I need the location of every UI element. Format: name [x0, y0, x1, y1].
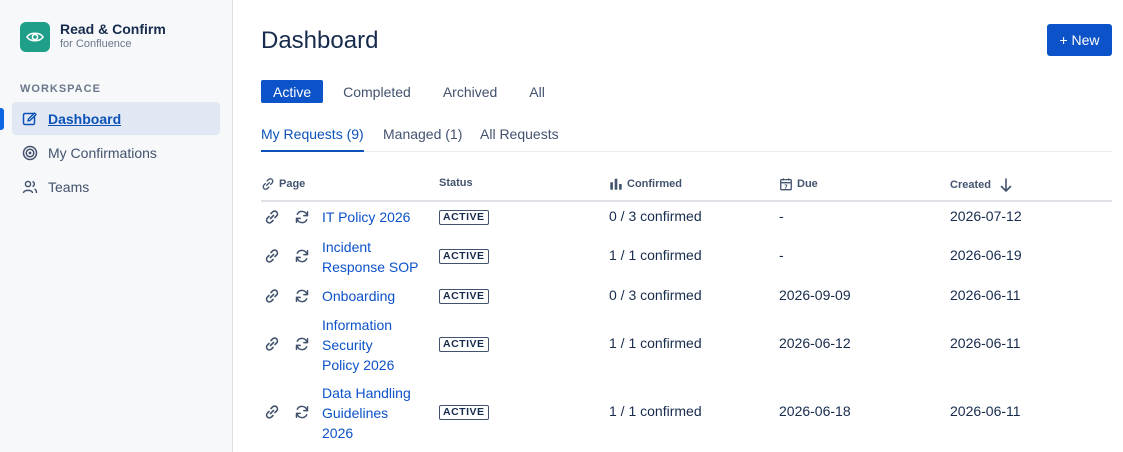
confirmed-count: 1 / 1 confirmed	[609, 247, 702, 263]
table-row: Information Security Policy 2026 ACTIVE …	[261, 315, 1112, 375]
sidebar-nav: Dashboard My Confirmations Teams	[12, 102, 220, 204]
status-badge: ACTIVE	[439, 337, 489, 352]
bar-chart-icon	[610, 178, 622, 190]
sidebar-item-label: Teams	[48, 178, 90, 195]
page-link[interactable]: Data Handling Guidelines 2026	[322, 383, 417, 443]
table-row: Incident Response SOP ACTIVE 1 / 1 confi…	[261, 237, 1112, 277]
column-header-page[interactable]: Page	[261, 177, 305, 191]
page-title: Dashboard	[261, 27, 379, 54]
column-header-due[interactable]: 7 Due	[779, 177, 818, 191]
tab-completed[interactable]: Completed	[331, 80, 423, 103]
eye-logo-icon	[20, 21, 50, 52]
sidebar-item-my-confirmations[interactable]: My Confirmations	[12, 136, 220, 169]
refresh-icon[interactable]	[293, 208, 311, 226]
active-nav-indicator	[0, 108, 4, 130]
svg-text:7: 7	[784, 184, 788, 190]
tab-all-requests[interactable]: All Requests	[480, 126, 559, 152]
page-link[interactable]: Incident Response SOP	[322, 237, 432, 277]
link-icon[interactable]	[263, 287, 281, 305]
app-subtitle: for Confluence	[60, 38, 132, 50]
link-icon[interactable]	[263, 208, 281, 226]
status-badge: ACTIVE	[439, 210, 489, 225]
tab-managed[interactable]: Managed (1)	[383, 126, 462, 152]
column-header-label: Due	[797, 178, 818, 190]
confirmed-count: 0 / 3 confirmed	[609, 287, 702, 303]
edit-icon	[21, 110, 39, 128]
due-date: -	[779, 208, 784, 224]
due-date: 2026-06-12	[779, 335, 851, 351]
table-row: Data Handling Guidelines 2026 ACTIVE 1 /…	[261, 383, 1112, 443]
request-scope-tabs: My Requests (9) Managed (1) All Requests	[261, 126, 1112, 152]
refresh-icon[interactable]	[293, 247, 311, 265]
table-row: Onboarding ACTIVE 0 / 3 confirmed 2026-0…	[261, 284, 1112, 308]
link-icon[interactable]	[263, 247, 281, 265]
status-badge: ACTIVE	[439, 405, 489, 420]
sidebar: Read & Confirm for Confluence WORKSPACE …	[0, 0, 233, 452]
status-badge: ACTIVE	[439, 289, 489, 304]
page-link[interactable]: Information Security Policy 2026	[322, 315, 412, 375]
workspace-section-label: WORKSPACE	[20, 83, 101, 95]
confirmed-count: 1 / 1 confirmed	[609, 335, 702, 351]
confirmed-count: 0 / 3 confirmed	[609, 208, 702, 224]
calendar-icon: 7	[780, 178, 792, 190]
column-header-label: Page	[279, 178, 306, 190]
status-badge: ACTIVE	[439, 249, 489, 264]
refresh-icon[interactable]	[293, 403, 311, 421]
column-header-label: Confirmed	[627, 178, 682, 190]
column-header-label: Created	[950, 179, 991, 191]
page-link[interactable]: Onboarding	[322, 286, 432, 306]
link-icon[interactable]	[263, 403, 281, 421]
page-link[interactable]: IT Policy 2026	[322, 207, 432, 227]
people-icon	[21, 178, 39, 196]
refresh-icon[interactable]	[293, 287, 311, 305]
link-icon[interactable]	[263, 335, 281, 353]
column-header-created[interactable]: Created	[950, 177, 1017, 193]
sidebar-item-dashboard[interactable]: Dashboard	[12, 102, 220, 135]
new-request-button[interactable]: + New	[1047, 24, 1112, 56]
table-row: IT Policy 2026 ACTIVE 0 / 3 confirmed - …	[261, 205, 1112, 229]
sidebar-item-label: Dashboard	[48, 110, 122, 127]
confirmed-count: 1 / 1 confirmed	[609, 403, 702, 419]
tab-active[interactable]: Active	[261, 80, 324, 103]
tab-archived[interactable]: Archived	[431, 80, 509, 103]
refresh-icon[interactable]	[293, 335, 311, 353]
due-date: 2026-06-18	[779, 403, 851, 419]
tab-all[interactable]: All	[517, 80, 557, 103]
sidebar-item-teams[interactable]: Teams	[12, 170, 220, 203]
created-date: 2026-07-12	[950, 208, 1022, 224]
created-date: 2026-06-11	[950, 335, 1021, 351]
column-header-confirmed[interactable]: Confirmed	[609, 177, 682, 191]
due-date: 2026-09-09	[779, 287, 851, 303]
tab-my-requests[interactable]: My Requests (9)	[261, 126, 364, 152]
app-brand[interactable]: Read & Confirm for Confluence	[20, 21, 166, 52]
status-filter-tabs: Active Completed Archived All	[261, 80, 565, 103]
app-title: Read & Confirm	[60, 21, 166, 37]
sort-descending-icon[interactable]	[999, 177, 1013, 193]
created-date: 2026-06-19	[950, 247, 1022, 263]
created-date: 2026-06-11	[950, 287, 1021, 303]
column-header-label: Status	[439, 177, 473, 189]
link-icon	[262, 178, 274, 190]
table-header: Page Status Confirmed 7 Due Created	[261, 174, 1112, 202]
due-date: -	[779, 247, 784, 263]
target-icon	[21, 144, 39, 162]
created-date: 2026-06-11	[950, 403, 1021, 419]
sidebar-item-label: My Confirmations	[48, 144, 157, 161]
column-header-status[interactable]: Status	[439, 177, 473, 189]
